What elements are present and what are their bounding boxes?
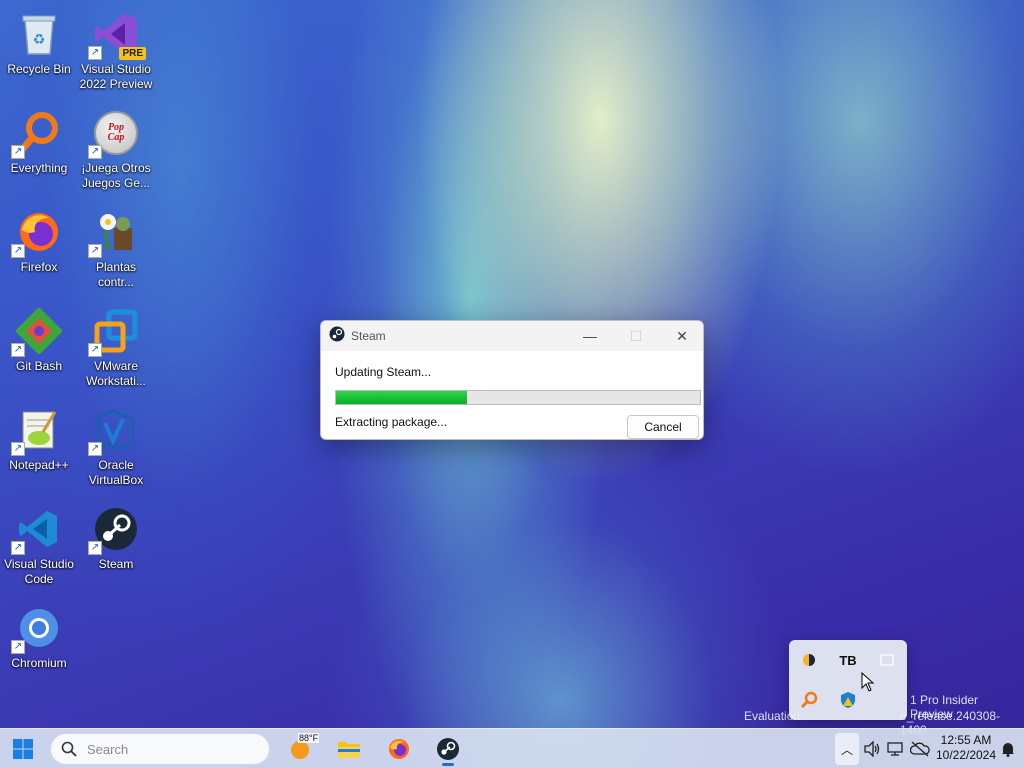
progress-bar-fill <box>336 391 468 404</box>
visual-studio-preview-icon: PRE ↗ <box>88 10 146 60</box>
clock-date: 10/22/2024 <box>935 748 997 762</box>
defender-warning-icon[interactable] <box>836 688 860 712</box>
plants-vs-zombies-icon: ↗ <box>88 208 140 258</box>
shortcut-arrow-icon: ↗ <box>11 343 25 357</box>
notification-bell-icon[interactable] <box>996 733 1020 765</box>
taskbar-search-box[interactable]: Search <box>50 733 270 765</box>
weather-widget[interactable]: 88°F <box>282 733 320 765</box>
desktop-icon-recycle-bin[interactable]: ♻ Recycle Bin <box>1 4 77 96</box>
desktop-icon-label: Recycle Bin <box>7 62 71 76</box>
desktop-icon-notepad-plus-plus[interactable]: ↗ Notepad++ <box>1 400 77 492</box>
desktop-icon-steam[interactable]: ↗ Steam <box>78 499 154 591</box>
taskbar-clock[interactable]: 12:55 AM 10/22/2024 <box>934 733 998 763</box>
firefox-icon: ↗ <box>11 208 63 258</box>
vscode-icon: ↗ <box>11 505 63 555</box>
shortcut-arrow-icon: ↗ <box>88 46 102 60</box>
desktop-icon-label: Everything <box>10 161 68 175</box>
file-explorer-icon[interactable] <box>331 733 367 765</box>
desktop-icon-popcap[interactable]: Pop Cap ↗ ¡Juega Otros Juegos Ge... <box>78 103 154 195</box>
shortcut-arrow-icon: ↗ <box>11 244 25 258</box>
mouse-cursor-icon <box>861 671 875 697</box>
desktop: ♻ Recycle Bin ↗ Everything ↗ Firefox ↗ G… <box>0 0 1024 768</box>
desktop-icon-vmware[interactable]: ↗ VMware Workstati... <box>78 301 154 393</box>
shortcut-arrow-icon: ↗ <box>88 442 102 456</box>
desktop-icon-vscode[interactable]: ↗ Visual Studio Code <box>1 499 77 591</box>
popcap-logo-text: Pop Cap <box>107 122 125 143</box>
dialog-titlebar[interactable]: Steam — ☐ ✕ <box>321 321 703 351</box>
desktop-icon-label: VMware Workstati... <box>86 359 146 388</box>
status-text: Updating Steam... <box>335 365 432 379</box>
desktop-icon-visual-studio-preview[interactable]: PRE ↗ Visual Studio 2022 Preview <box>78 4 154 96</box>
tb-icon[interactable]: TB <box>836 648 860 672</box>
onedrive-offline-icon[interactable] <box>908 733 932 765</box>
desktop-icon-label: Visual Studio Code <box>4 557 74 586</box>
desktop-icon-label: Visual Studio 2022 Preview <box>79 62 153 91</box>
desktop-icon-git-bash[interactable]: ↗ Git Bash <box>1 301 77 393</box>
desktop-icon-label: Oracle VirtualBox <box>88 458 144 487</box>
shortcut-arrow-icon: ↗ <box>11 640 25 654</box>
steam-update-dialog: Steam — ☐ ✕ Updating Steam... Extracting… <box>320 320 704 440</box>
desktop-icon-label: ¡Juega Otros Juegos Ge... <box>81 161 151 190</box>
git-bash-icon: ↗ <box>11 307 63 357</box>
volume-icon[interactable] <box>860 733 884 765</box>
desktop-icon-label: Steam <box>98 557 134 571</box>
dialog-title: Steam <box>351 329 386 343</box>
chromium-icon: ↗ <box>11 604 63 654</box>
desktop-icon-everything[interactable]: ↗ Everything <box>1 103 77 195</box>
start-button[interactable] <box>5 733 41 765</box>
everything-tray-icon[interactable] <box>797 688 821 712</box>
tray-overflow-flyout: TB <box>789 640 907 720</box>
active-app-indicator <box>442 763 454 766</box>
recycle-bin-icon: ♻ <box>15 10 63 58</box>
close-button[interactable]: ✕ <box>659 321 703 351</box>
shortcut-arrow-icon: ↗ <box>11 442 25 456</box>
weather-temp: 88°F <box>298 733 320 743</box>
notepad-plus-plus-icon: ↗ <box>11 406 63 456</box>
vmware-icon: ↗ <box>88 307 140 357</box>
svg-text:♻: ♻ <box>33 31 46 47</box>
desktop-icon-label: Firefox <box>20 260 58 274</box>
window-icon[interactable] <box>875 648 899 672</box>
steam-icon: ↗ <box>88 505 140 555</box>
steam-logo-icon <box>329 326 345 347</box>
desktop-icon-label: Chromium <box>11 656 67 670</box>
search-placeholder: Search <box>87 742 129 757</box>
detail-text: Extracting package... <box>335 415 448 429</box>
desktop-icon-virtualbox[interactable]: ↗ Oracle VirtualBox <box>78 400 154 492</box>
desktop-icon-label: Notepad++ <box>9 458 69 472</box>
progress-bar <box>335 390 701 405</box>
maximize-button[interactable]: ☐ <box>613 321 659 351</box>
yellow-dot-icon[interactable] <box>797 648 821 672</box>
desktop-icon-label: Plantas contr... <box>95 260 137 289</box>
shortcut-arrow-icon: ↗ <box>88 541 102 555</box>
chevron-up-icon: ︿ <box>840 742 853 757</box>
desktop-icon-firefox[interactable]: ↗ Firefox <box>1 202 77 294</box>
shortcut-arrow-icon: ↗ <box>88 244 102 258</box>
popcap-icon: Pop Cap ↗ <box>88 109 140 159</box>
minimize-button[interactable]: — <box>567 321 613 351</box>
search-icon <box>61 741 77 762</box>
shortcut-arrow-icon: ↗ <box>11 541 25 555</box>
firefox-taskbar-icon[interactable] <box>381 733 417 765</box>
network-icon[interactable] <box>884 733 908 765</box>
desktop-icon-chromium[interactable]: ↗ Chromium <box>1 598 77 690</box>
virtualbox-icon: ↗ <box>88 406 140 456</box>
shortcut-arrow-icon: ↗ <box>88 145 102 159</box>
everything-search-icon: ↗ <box>11 109 63 159</box>
shortcut-arrow-icon: ↗ <box>88 343 102 357</box>
shortcut-arrow-icon: ↗ <box>11 145 25 159</box>
show-hidden-icons-button[interactable]: ︿ <box>835 733 859 765</box>
clock-time: 12:55 AM <box>940 733 992 747</box>
steam-taskbar-icon[interactable] <box>430 733 466 766</box>
tb-icon-text: TB <box>839 652 857 668</box>
cancel-button[interactable]: Cancel <box>627 415 699 439</box>
pre-badge: PRE <box>119 47 146 60</box>
desktop-icon-plants[interactable]: ↗ Plantas contr... <box>78 202 154 294</box>
taskbar: Search 88°F ︿ 12:55 AM 10/22/2024 <box>0 728 1024 768</box>
desktop-icon-label: Git Bash <box>15 359 63 373</box>
